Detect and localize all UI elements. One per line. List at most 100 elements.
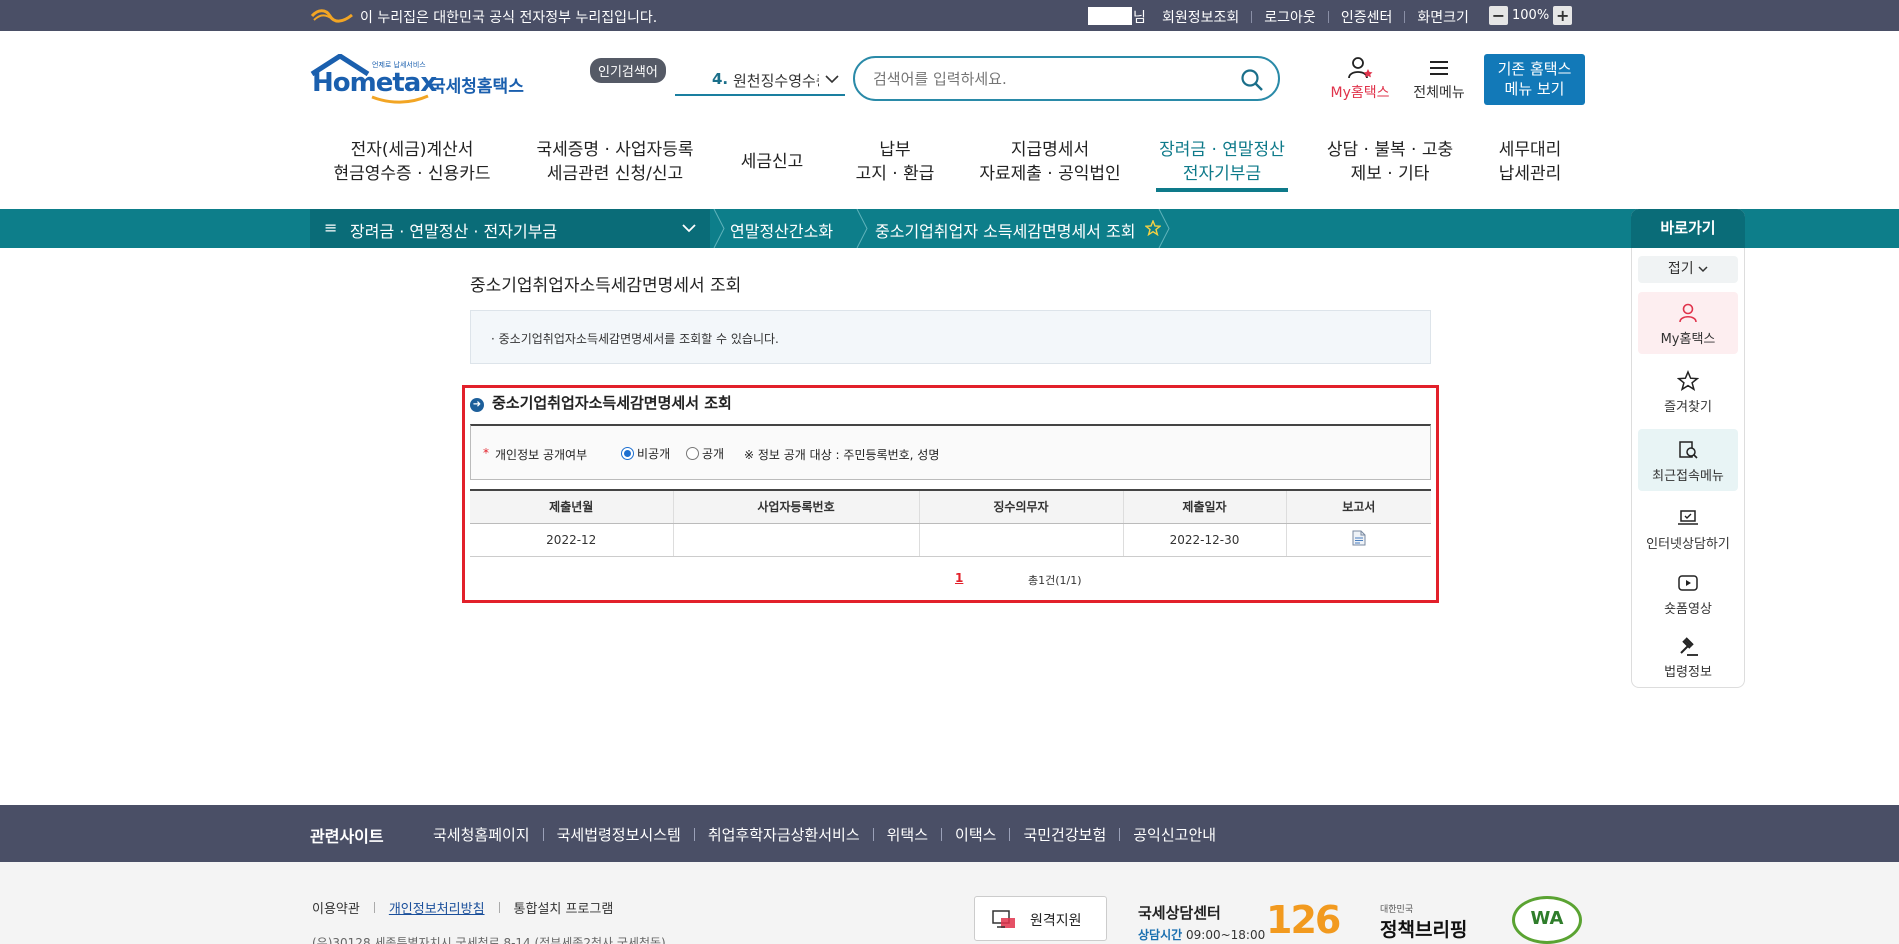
related-link-nts[interactable]: 국세청홈페이지 [420, 824, 543, 845]
quick-law-info[interactable]: 법령정보 [1638, 625, 1738, 687]
breadcrumb: ≡ 장려금 · 연말정산 · 전자기부금 연말정산간소화 중소기업취업자 소득세… [0, 209, 1899, 248]
chevron-down-icon [1698, 266, 1708, 273]
user-suffix: 님 [1133, 10, 1146, 26]
chevron-down-icon [682, 224, 696, 233]
remote-support-button[interactable]: 원격지원 [974, 896, 1107, 941]
quick-menu: 바로가기 접기 My홈택스 즐겨찾기 최근접속메뉴 인터넷상담하기 숏폼영상 법… [1631, 209, 1745, 688]
breadcrumb-separator-icon [1158, 209, 1170, 248]
breadcrumb-level2[interactable]: 연말정산간소화 [730, 218, 833, 242]
nav-item-einvoice[interactable]: 전자(세금)계산서 현금영수증 · 신용카드 [332, 138, 492, 186]
related-sites-bar: 관련사이트 국세청홈페이지 국세법령정보시스템 취업후학자금상환서비스 위택스 … [0, 805, 1899, 862]
quick-online-consult[interactable]: 인터넷상담하기 [1638, 497, 1738, 559]
member-info-link[interactable]: 회원정보조회 [1150, 7, 1251, 27]
old-menu-line1: 기존 홈택스 [1497, 60, 1572, 78]
main-nav: 전자(세금)계산서 현금영수증 · 신용카드 국세증명 · 사업자등록 세금관련 신… [310, 138, 1590, 198]
search-icon[interactable] [1240, 68, 1264, 92]
consult-center-title: 국세상담센터 [1138, 904, 1221, 922]
col-submit-date: 제출일자 [1122, 489, 1286, 524]
quick-menu-fold-button[interactable]: 접기 [1638, 256, 1738, 283]
gov-links: 회원정보조회 로그아웃 인증센터 화면크기 [1150, 7, 1481, 27]
monitor-icon [992, 910, 1015, 928]
all-menu-label: 전체메뉴 [1413, 85, 1465, 101]
breadcrumb-separator-icon [856, 209, 868, 248]
col-withholder: 징수의무자 [918, 489, 1123, 524]
popular-search-ticker[interactable]: 4. 원천징수영수증 [675, 68, 845, 96]
report-document-icon[interactable] [1352, 530, 1366, 546]
logout-link[interactable]: 로그아웃 [1252, 7, 1328, 27]
gov-notice-bar: 이 누리집은 대한민국 공식 전자정부 누리집입니다. 님 회원정보조회 로그아… [0, 0, 1899, 31]
arrow-circle-icon: ➜ [470, 398, 484, 412]
cell-business-no [672, 523, 919, 557]
gavel-icon [1680, 637, 1698, 656]
consult-number-126: 126 [1266, 898, 1341, 942]
remote-support-label: 원격지원 [1030, 913, 1082, 929]
zoom-out-button[interactable]: − [1489, 6, 1508, 25]
nav-item-payment-statement[interactable]: 지급명세서 자료제출 · 공익법인 [970, 138, 1130, 186]
laptop-check-icon [1678, 510, 1698, 525]
zoom-in-button[interactable]: + [1553, 6, 1573, 25]
nav-item-payment[interactable]: 납부 고지 · 환급 [840, 138, 950, 186]
menu-icon: ≡ [324, 218, 338, 237]
col-report: 보고서 [1285, 489, 1431, 524]
quick-short-video[interactable]: 숏폼영상 [1638, 562, 1738, 624]
play-icon [1678, 575, 1698, 591]
hometax-logo[interactable]: 언제로 납세서비스 Hometax 국세청홈택스 [310, 54, 528, 106]
quick-favorites[interactable]: 즐겨찾기 [1638, 360, 1738, 422]
breadcrumb-separator-icon [713, 209, 725, 248]
privacy-label: 개인정보 공개여부 [495, 448, 588, 462]
install-program-link[interactable]: 통합설치 프로그램 [500, 898, 628, 917]
related-link-loan[interactable]: 취업후학자금상환서비스 [695, 824, 873, 845]
radio-public[interactable]: 공개 [686, 445, 724, 462]
user-icon [1679, 303, 1697, 323]
info-text: · 중소기업취업자소득세감면명세서를 조회할 수 있습니다. [491, 332, 779, 346]
breadcrumb-level3: 중소기업취업자 소득세감면명세서 조회 [875, 222, 1136, 241]
breadcrumb-level1[interactable]: ≡ 장려금 · 연말정산 · 전자기부금 [310, 209, 710, 248]
logo-swoosh-icon [371, 94, 429, 104]
screen-size-label: 화면크기 [1417, 10, 1469, 26]
related-link-law[interactable]: 국세법령정보시스템 [544, 824, 694, 845]
my-hometax-button[interactable]: My홈택스 [1325, 56, 1395, 102]
zoom-control: − 100% + [1489, 6, 1573, 25]
col-business-no: 사업자등록번호 [672, 489, 919, 524]
radio-private-dot[interactable] [621, 447, 634, 460]
terms-link[interactable]: 이용약관 [298, 898, 374, 917]
gov-emblem-icon [310, 9, 353, 23]
related-sites-title: 관련사이트 [310, 827, 384, 846]
nav-item-year-end[interactable]: 장려금 · 연말정산 전자기부금 [1156, 138, 1288, 192]
old-menu-line2: 메뉴 보기 [1504, 80, 1565, 98]
nav-item-certificate[interactable]: 국세증명 · 사업자등록 세금관련 신청/신고 [525, 138, 705, 186]
gov-notice-text: 이 누리집은 대한민국 공식 전자정부 누리집입니다. [360, 10, 658, 26]
related-link-etax[interactable]: 이택스 [942, 824, 1009, 845]
related-link-report[interactable]: 공익신고안내 [1120, 824, 1229, 845]
quick-menu-title: 바로가기 [1631, 209, 1745, 248]
page-number-current[interactable]: 1 [955, 571, 963, 585]
cert-center-link[interactable]: 인증센터 [1329, 7, 1405, 27]
zoom-level: 100% [1512, 8, 1550, 23]
info-box: · 중소기업취업자소득세감면명세서를 조회할 수 있습니다. [470, 310, 1431, 364]
breadcrumb-level1-label: 장려금 · 연말정산 · 전자기부금 [350, 222, 558, 241]
chevron-down-icon[interactable] [825, 74, 839, 84]
cell-submit-date: 2022-12-30 [1122, 523, 1286, 557]
footer: 이용약관 개인정보처리방침 통합설치 프로그램 (우)30128 세종특별자치시… [0, 862, 1899, 944]
all-menu-button[interactable]: 전체메뉴 [1406, 56, 1472, 102]
nav-item-tax-agent[interactable]: 세무대리 납세관리 [1490, 138, 1570, 186]
section-title: ➜ 중소기업취업자소득세감면명세서 조회 [470, 392, 732, 413]
nav-item-tax-report[interactable]: 세금신고 [732, 150, 812, 174]
radio-public-dot[interactable] [686, 447, 699, 460]
nav-item-consult[interactable]: 상담 · 불복 · 고충 제보 · 기타 [1320, 138, 1460, 186]
result-table: 제출년월 사업자등록번호 징수의무자 제출일자 보고서 2022-12 2022… [470, 489, 1431, 557]
radio-private[interactable]: 비공개 [621, 445, 670, 462]
privacy-policy-link[interactable]: 개인정보처리방침 [375, 898, 499, 917]
related-link-nhis[interactable]: 국민건강보험 [1010, 824, 1119, 845]
search-input[interactable] [873, 67, 1233, 91]
my-hometax-label: My홈택스 [1330, 85, 1390, 101]
quick-recent-menu[interactable]: 최근접속메뉴 [1638, 429, 1738, 491]
wa-certification-mark: WA [1512, 896, 1582, 944]
policy-briefing-logo[interactable]: 대한민국 정책브리핑 [1380, 902, 1467, 942]
cell-withholder [918, 523, 1123, 557]
old-menu-button[interactable]: 기존 홈택스 메뉴 보기 [1484, 54, 1585, 105]
quick-my-hometax[interactable]: My홈택스 [1638, 292, 1738, 354]
table-header-row: 제출년월 사업자등록번호 징수의무자 제출일자 보고서 [470, 489, 1431, 524]
required-mark: * [483, 446, 489, 460]
related-link-wetax[interactable]: 위택스 [874, 824, 941, 845]
